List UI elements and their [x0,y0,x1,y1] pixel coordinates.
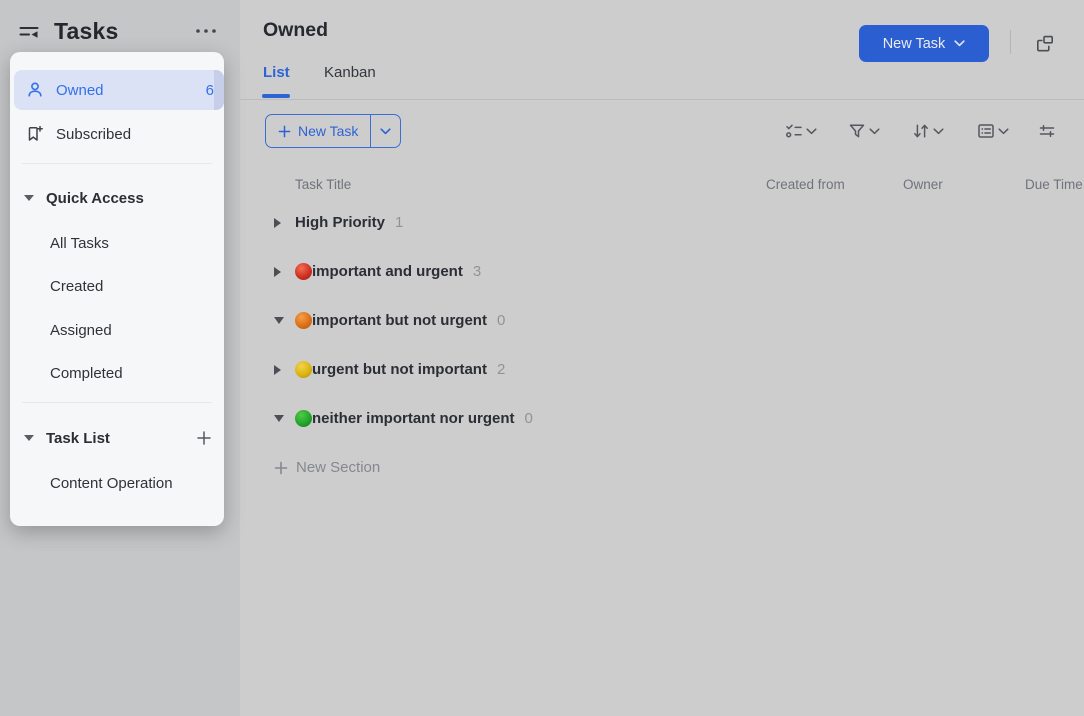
status-group-icon[interactable] [785,122,803,140]
sidebar-item-subscribed[interactable]: Subscribed [14,114,224,154]
caret-box[interactable] [274,317,295,324]
owned-count-badge: 6 [206,82,214,99]
chevron-down-icon [954,40,965,47]
group-count: 0 [497,312,505,329]
chevron-down-icon[interactable] [933,128,944,135]
column-header-due-time[interactable]: Due Time [1025,177,1083,192]
caret-box[interactable] [274,415,295,422]
caret-down-icon [274,317,284,324]
collapse-sidebar-icon[interactable] [16,20,42,46]
sort-icon[interactable] [912,122,930,140]
new-task-split-button[interactable]: New Task [265,114,401,148]
group-row-important-and-urgent[interactable]: important and urgent 3 [240,247,1084,296]
sidebar-item-owned[interactable]: Owned 6 [14,70,224,110]
group-title: neither important nor urgent [312,410,515,427]
chevron-down-icon [380,128,391,135]
tab-kanban[interactable]: Kanban [324,64,376,81]
sidebar-item-content-operation[interactable]: Content Operation [14,465,220,501]
column-header-created-from[interactable]: Created from [766,177,845,192]
fields-icon[interactable] [977,122,995,140]
app-title: Tasks [54,18,119,45]
group-row-high-priority[interactable]: High Priority 1 [240,198,1084,247]
group-row-urgent-but-not-important[interactable]: urgent but not important 2 [240,345,1084,394]
group-count: 2 [497,361,505,378]
caret-right-icon [274,218,281,228]
group-title: High Priority [295,214,385,231]
header-vertical-divider [1010,30,1011,54]
item-label: Completed [50,365,123,382]
sidebar-item-assigned[interactable]: Assigned [14,312,220,348]
tab-list[interactable]: List [263,64,290,81]
item-label: Created [50,278,103,295]
page-title: Owned [263,19,328,42]
caret-right-icon [274,365,281,375]
chevron-down-icon[interactable] [998,128,1009,135]
sidebar-item-completed[interactable]: Completed [14,355,220,391]
sidebar-item-created[interactable]: Created [14,268,220,304]
tasks-app-window: Tasks Owned 6 [0,0,1084,716]
column-header-task-title[interactable]: Task Title [295,177,351,192]
header-divider [240,99,1084,100]
group-count: 0 [525,410,533,427]
section-header-task-list[interactable]: Task List [14,424,220,452]
section-label: Task List [46,430,196,447]
adjust-columns-icon[interactable] [1038,122,1056,140]
item-label: All Tasks [50,235,109,252]
section-header-quick-access[interactable]: Quick Access [14,184,220,212]
new-task-button[interactable]: New Task [859,25,989,62]
sidebar-item-label: Owned [56,82,206,99]
group-count: 1 [395,214,403,231]
caret-box[interactable] [274,267,295,277]
sidebar-item-all-tasks[interactable]: All Tasks [14,225,220,261]
group-title: important and urgent [312,263,463,280]
group-row-important-but-not-urgent[interactable]: important but not urgent 0 [240,296,1084,345]
section-label: Quick Access [46,190,220,207]
chevron-down-icon [24,195,34,201]
new-section-label: New Section [296,459,380,476]
new-task-button-label: New Task [883,36,946,52]
new-section-button[interactable]: New Section [240,443,640,492]
caret-right-icon [274,267,281,277]
active-tab-indicator [262,94,290,98]
green-circle-icon [295,410,312,427]
chevron-down-icon [24,435,34,441]
item-label: Content Operation [50,475,173,492]
more-menu-icon[interactable] [194,27,218,35]
new-task-split-label: New Task [298,123,358,139]
plus-icon [274,461,288,475]
group-row-neither-important-nor-urgent[interactable]: neither important nor urgent 0 [240,394,1084,443]
plus-icon [278,125,291,138]
sidebar-divider [22,402,212,403]
column-header-owner[interactable]: Owner [903,177,943,192]
sidebar-divider [22,163,212,164]
bookmark-plus-icon [26,125,44,143]
chevron-down-icon[interactable] [806,128,817,135]
yellow-circle-icon [295,361,312,378]
item-label: Assigned [50,322,112,339]
group-count: 3 [473,263,481,280]
red-circle-icon [295,263,312,280]
filter-icon[interactable] [848,122,866,140]
group-title: important but not urgent [312,312,487,329]
caret-down-icon [274,415,284,422]
caret-box[interactable] [274,218,295,228]
add-task-list-icon[interactable] [196,430,212,446]
open-in-window-icon[interactable] [1034,33,1056,55]
sidebar-panel: Owned 6 Subscribed Quick Access All Task… [10,52,224,526]
person-icon [26,81,44,99]
orange-circle-icon [295,312,312,329]
caret-box[interactable] [274,365,295,375]
chevron-down-icon[interactable] [869,128,880,135]
new-task-split-dropdown[interactable] [370,115,400,147]
group-title: urgent but not important [312,361,487,378]
new-task-split-main[interactable]: New Task [266,115,370,147]
sidebar-item-label: Subscribed [56,126,214,143]
